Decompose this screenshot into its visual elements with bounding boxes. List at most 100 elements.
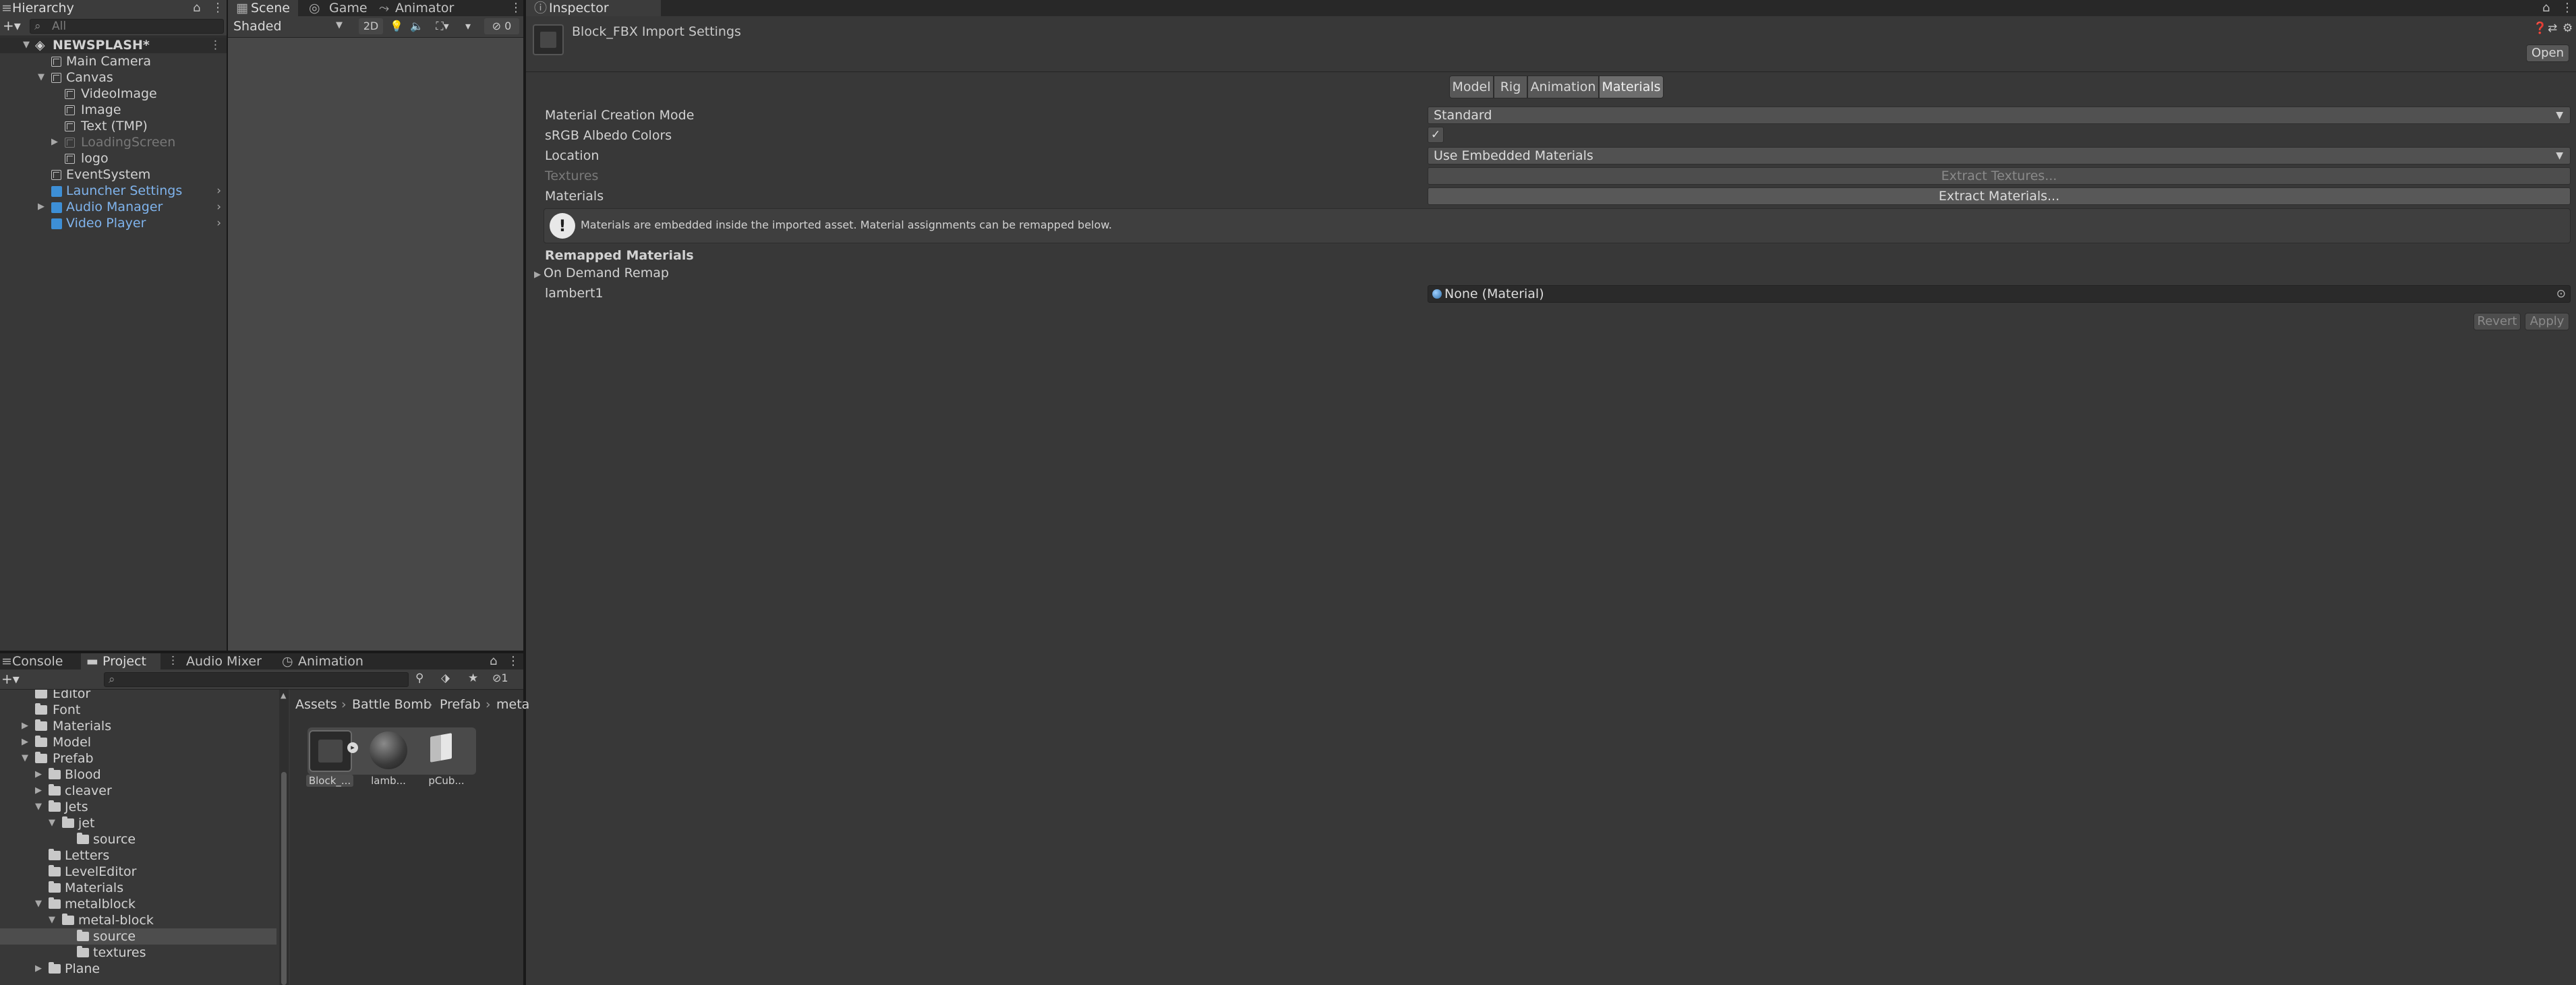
toggle-2d-button[interactable]: 2D bbox=[359, 18, 383, 34]
folder-prefab-materials[interactable]: Materials bbox=[0, 880, 276, 896]
create-asset-button[interactable]: +▾ bbox=[1, 671, 20, 687]
expand-arrow-icon[interactable]: ▶ bbox=[38, 199, 46, 215]
tab-materials[interactable]: Materials bbox=[1599, 76, 1664, 98]
tab-audio-mixer[interactable]: ⫶ Audio Mixer bbox=[169, 653, 270, 669]
location-dropdown[interactable]: Use Embedded Materials ▼ bbox=[1428, 147, 2571, 165]
expand-arrow-icon[interactable]: ▶ bbox=[35, 783, 43, 799]
hierarchy-item-loadingscreen[interactable]: ▶ LoadingScreen bbox=[0, 134, 227, 150]
scene-root-row[interactable]: ▼ ◈ NEWSPLASH* ⋮ bbox=[0, 37, 227, 53]
collapse-arrow-icon[interactable]: ▼ bbox=[22, 750, 30, 767]
extract-textures-button[interactable]: Extract Textures... bbox=[1428, 167, 2571, 185]
preset-icon[interactable]: ⇄ bbox=[2548, 22, 2557, 35]
folder-blood[interactable]: ▶ Blood bbox=[0, 767, 276, 783]
hidden-objects-button[interactable]: ⊘ 0 bbox=[484, 18, 519, 34]
collapse-arrow-icon[interactable]: ▼ bbox=[49, 815, 57, 831]
folder-font[interactable]: Font bbox=[0, 702, 276, 718]
gear-icon[interactable]: ⚙ bbox=[2563, 22, 2573, 35]
audio-icon[interactable]: 🔈 bbox=[407, 18, 426, 34]
expand-arrow-icon[interactable]: ▶ bbox=[35, 767, 43, 783]
favorite-star-icon[interactable]: ★ bbox=[468, 671, 478, 685]
collapse-arrow-icon[interactable]: ▼ bbox=[49, 912, 57, 928]
lighting-icon[interactable]: 💡 bbox=[387, 18, 406, 34]
srgb-albedo-checkbox[interactable]: ✓ bbox=[1428, 127, 1444, 143]
scroll-up-arrow-icon[interactable]: ▲ bbox=[281, 691, 286, 700]
collapse-arrow-icon[interactable]: ▼ bbox=[23, 37, 31, 53]
project-search-input[interactable]: ⌕ bbox=[104, 672, 409, 687]
collapse-arrow-icon[interactable]: ▼ bbox=[38, 69, 46, 86]
folder-leveleditor[interactable]: LevelEditor bbox=[0, 864, 276, 880]
hierarchy-item-audio-manager[interactable]: ▶ Audio Manager › bbox=[0, 199, 227, 215]
search-by-label-icon[interactable]: ⬗ bbox=[441, 671, 450, 685]
tab-model[interactable]: Model bbox=[1449, 76, 1494, 98]
folder-jet[interactable]: ▼ jet bbox=[0, 815, 276, 831]
more-menu-icon[interactable]: ⋮ bbox=[2561, 0, 2573, 16]
gizmos-dropdown-icon[interactable]: ▾ bbox=[460, 18, 476, 34]
asset-lambert-material[interactable] bbox=[370, 732, 407, 769]
folder-model[interactable]: ▶ Model bbox=[0, 734, 276, 750]
tab-project[interactable]: ▬ Project bbox=[81, 653, 160, 669]
shading-mode-dropdown[interactable]: Shaded bbox=[233, 19, 282, 34]
hierarchy-item-logo[interactable]: logo bbox=[0, 150, 227, 167]
tab-animator[interactable]: ⤳ Animator bbox=[372, 0, 460, 16]
chevron-down-icon[interactable]: ▼ bbox=[336, 20, 343, 30]
more-menu-icon[interactable]: ⋮ bbox=[510, 0, 522, 16]
folder-materials[interactable]: ▶ Materials bbox=[0, 718, 276, 734]
hierarchy-item-launcher-settings[interactable]: Launcher Settings › bbox=[0, 183, 227, 199]
effects-icon[interactable]: ⛶▾ bbox=[428, 18, 457, 34]
add-object-button[interactable]: +▾ bbox=[3, 18, 21, 34]
asset-block-fbx[interactable] bbox=[309, 730, 352, 772]
folder-textures[interactable]: textures bbox=[0, 945, 276, 961]
tab-console[interactable]: ≡ Console bbox=[0, 653, 81, 669]
hierarchy-item-image[interactable]: Image bbox=[0, 102, 227, 118]
expand-arrow-icon[interactable]: ▶ bbox=[51, 134, 59, 150]
object-picker-icon[interactable]: ⊙ bbox=[2556, 286, 2566, 302]
asset-pcube-mesh[interactable] bbox=[423, 732, 460, 765]
lock-icon[interactable]: ⌂ bbox=[2542, 0, 2550, 16]
scrollbar-thumb[interactable] bbox=[281, 772, 287, 985]
hierarchy-search-input[interactable]: ⌕ All bbox=[30, 19, 224, 34]
apply-button[interactable]: Apply bbox=[2525, 313, 2569, 330]
breadcrumb-metalblock[interactable]: meta bbox=[496, 697, 529, 712]
lambert1-material-field[interactable]: None (Material) ⊙ bbox=[1428, 285, 2571, 303]
breadcrumb-battle-bomb[interactable]: Battle Bomb bbox=[352, 697, 432, 712]
lock-icon[interactable]: ⌂ bbox=[193, 0, 200, 16]
folder-metal-block-source[interactable]: source bbox=[0, 928, 276, 945]
expand-arrow-icon[interactable]: ▶ bbox=[22, 718, 30, 734]
folder-plane[interactable]: ▶ Plane bbox=[0, 961, 276, 977]
more-menu-icon[interactable]: ⋮ bbox=[212, 0, 224, 16]
breadcrumb-prefab[interactable]: Prefab bbox=[440, 697, 481, 712]
folder-metal-block[interactable]: ▼ metal-block bbox=[0, 912, 276, 928]
hierarchy-item-video-player[interactable]: Video Player › bbox=[0, 215, 227, 231]
folder-letters[interactable]: Letters bbox=[0, 847, 276, 864]
more-menu-icon[interactable]: ⋮ bbox=[507, 653, 519, 669]
folder-jets[interactable]: ▼ Jets bbox=[0, 799, 276, 815]
hierarchy-item-main-camera[interactable]: Main Camera bbox=[0, 53, 227, 69]
expand-asset-arrow-icon[interactable]: ▸ bbox=[347, 742, 358, 753]
tab-game[interactable]: ◎ Game bbox=[303, 0, 371, 16]
help-icon[interactable]: ❓ bbox=[2533, 22, 2547, 35]
hierarchy-item-videoimage[interactable]: VideoImage bbox=[0, 86, 227, 102]
revert-button[interactable]: Revert bbox=[2473, 313, 2521, 330]
scene-viewport[interactable] bbox=[228, 38, 523, 651]
hierarchy-item-canvas[interactable]: ▼ Canvas bbox=[0, 69, 227, 86]
scene-menu-icon[interactable]: ⋮ bbox=[210, 37, 221, 53]
folder-tree-scrollbar[interactable]: ▲ bbox=[279, 690, 289, 985]
hierarchy-item-eventsystem[interactable]: EventSystem bbox=[0, 167, 227, 183]
hidden-packages-button[interactable]: ⊘1 bbox=[492, 671, 508, 684]
hierarchy-item-text-tmp[interactable]: Text (TMP) bbox=[0, 118, 227, 134]
material-creation-mode-dropdown[interactable]: Standard ▼ bbox=[1428, 107, 2571, 124]
expand-arrow-icon[interactable]: ▶ bbox=[22, 734, 30, 750]
tab-rig[interactable]: Rig bbox=[1494, 76, 1527, 98]
folder-jet-source[interactable]: source bbox=[0, 831, 276, 847]
breadcrumb-assets[interactable]: Assets bbox=[295, 697, 337, 712]
folder-prefab[interactable]: ▼ Prefab bbox=[0, 750, 276, 767]
expand-arrow-icon[interactable]: ▶ bbox=[35, 961, 43, 977]
folder-metalblock[interactable]: ▼ metalblock bbox=[0, 896, 276, 912]
extract-materials-button[interactable]: Extract Materials... bbox=[1428, 187, 2571, 205]
collapse-arrow-icon[interactable]: ▼ bbox=[35, 799, 43, 815]
open-prefab-arrow-icon[interactable]: › bbox=[216, 199, 221, 215]
open-prefab-arrow-icon[interactable]: › bbox=[216, 215, 221, 231]
tab-animation-window[interactable]: ◷ Animation bbox=[279, 653, 380, 669]
tab-inspector[interactable]: ⓘ Inspector bbox=[526, 0, 661, 16]
open-button[interactable]: Open bbox=[2526, 44, 2569, 62]
